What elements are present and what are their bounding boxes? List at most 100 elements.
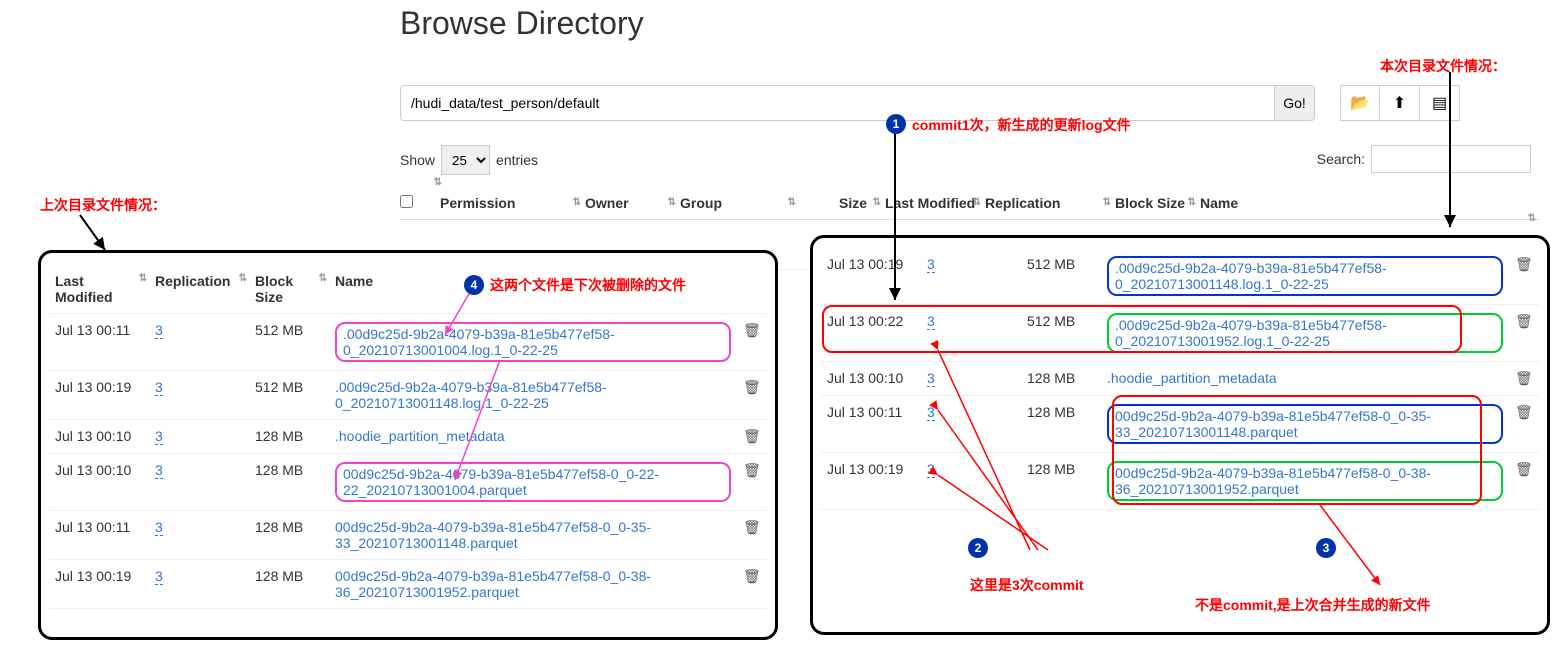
block-size-value: 512 MB: [249, 371, 329, 420]
block-size-value: 128 MB: [249, 420, 329, 454]
table-row: Jul 13 00:10 3 128 MB 00d9c25d-9b2a-4079…: [49, 454, 767, 511]
show-label: Show: [400, 152, 435, 168]
list-icon[interactable]: ▤: [1420, 85, 1460, 121]
table-row: Jul 13 00:19 3 512 MB .00d9c25d-9b2a-407…: [821, 248, 1539, 305]
table-row: Jul 13 00:19 3 128 MB 00d9c25d-9b2a-4079…: [821, 453, 1539, 510]
col-block-size[interactable]: Block Size: [255, 273, 293, 305]
entries-label: entries: [496, 152, 538, 168]
trash-icon[interactable]: 🗑: [1515, 313, 1533, 329]
col-size[interactable]: Size: [839, 195, 867, 211]
page-size-select[interactable]: 25: [441, 145, 490, 175]
search-input[interactable]: [1371, 145, 1531, 173]
select-all-checkbox[interactable]: [400, 195, 413, 208]
file-link[interactable]: .00d9c25d-9b2a-4079-b39a-81e5b477ef58-0_…: [343, 326, 615, 358]
name-cell: .00d9c25d-9b2a-4079-b39a-81e5b477ef58-0_…: [329, 371, 737, 420]
replication-link[interactable]: 3: [927, 461, 935, 478]
block-size-value: 512 MB: [1021, 248, 1101, 305]
trash-icon[interactable]: 🗑: [1515, 404, 1533, 420]
block-size-value: 128 MB: [1021, 362, 1101, 396]
marker-3: 3: [1316, 538, 1336, 558]
replication-link[interactable]: 3: [927, 404, 935, 421]
replication-link[interactable]: 3: [927, 256, 935, 273]
trash-icon[interactable]: 🗑: [1515, 256, 1533, 272]
col-replication[interactable]: Replication: [985, 195, 1060, 211]
marker-2: 2: [968, 538, 988, 558]
col-last-modified[interactable]: Last Modified: [885, 195, 975, 211]
file-link[interactable]: .00d9c25d-9b2a-4079-b39a-81e5b477ef58-0_…: [1115, 317, 1387, 349]
last-modified-value: Jul 13 00:19: [821, 248, 921, 305]
replication-link[interactable]: 3: [927, 313, 935, 330]
name-cell: 00d9c25d-9b2a-4079-b39a-81e5b477ef58-0_0…: [329, 454, 737, 511]
annotation-2: 这里是3次commit: [970, 575, 1084, 595]
replication-link[interactable]: 3: [155, 519, 163, 536]
col-replication[interactable]: Replication: [155, 273, 230, 289]
replication-link[interactable]: 3: [155, 428, 163, 445]
annotation-right-title: 本次目录文件情况：: [1380, 56, 1506, 76]
file-link[interactable]: 00d9c25d-9b2a-4079-b39a-81e5b477ef58-0_0…: [1115, 465, 1431, 497]
annotation-3: 不是commit,是上次合并生成的新文件: [1195, 595, 1431, 615]
trash-icon[interactable]: 🗑: [743, 519, 761, 535]
col-group[interactable]: Group: [680, 195, 722, 211]
trash-icon[interactable]: 🗑: [743, 568, 761, 584]
table-row: Jul 13 00:10 3 128 MB .hoodie_partition_…: [821, 362, 1539, 396]
file-link[interactable]: .00d9c25d-9b2a-4079-b39a-81e5b477ef58-0_…: [335, 379, 607, 411]
col-name[interactable]: Name: [335, 273, 373, 289]
replication-link[interactable]: 3: [155, 462, 163, 479]
path-input[interactable]: [400, 85, 1275, 121]
name-cell: 00d9c25d-9b2a-4079-b39a-81e5b477ef58-0_0…: [1101, 453, 1509, 510]
file-link[interactable]: 00d9c25d-9b2a-4079-b39a-81e5b477ef58-0_0…: [335, 568, 651, 600]
last-modified-value: Jul 13 00:19: [821, 453, 921, 510]
name-cell: 00d9c25d-9b2a-4079-b39a-81e5b477ef58-0_0…: [329, 560, 737, 609]
trash-icon[interactable]: 🗑: [1515, 370, 1533, 386]
last-modified-value: Jul 13 00:10: [821, 362, 921, 396]
last-modified-value: Jul 13 00:19: [49, 371, 149, 420]
marker-1: 1: [886, 114, 906, 134]
show-entries: Show 25 entries: [400, 145, 538, 175]
last-modified-value: Jul 13 00:10: [49, 420, 149, 454]
file-link[interactable]: .hoodie_partition_metadata: [1107, 370, 1277, 386]
col-owner[interactable]: Owner: [585, 195, 629, 211]
block-size-value: 512 MB: [1021, 305, 1101, 362]
name-cell: .00d9c25d-9b2a-4079-b39a-81e5b477ef58-0_…: [329, 314, 737, 371]
block-size-value: 128 MB: [249, 511, 329, 560]
folder-open-icon[interactable]: 📂: [1340, 85, 1380, 121]
file-link[interactable]: 00d9c25d-9b2a-4079-b39a-81e5b477ef58-0_0…: [1115, 408, 1431, 440]
file-link[interactable]: .hoodie_partition_metadata: [335, 428, 505, 444]
block-size-value: 128 MB: [249, 560, 329, 609]
file-link[interactable]: 00d9c25d-9b2a-4079-b39a-81e5b477ef58-0_0…: [335, 519, 651, 551]
replication-link[interactable]: 3: [155, 322, 163, 339]
annotation-1: commit1次，新生成的更新log文件: [912, 115, 1131, 135]
col-last-modified[interactable]: Last Modified: [55, 273, 113, 305]
name-cell: 00d9c25d-9b2a-4079-b39a-81e5b477ef58-0_0…: [1101, 396, 1509, 453]
right-panel: Jul 13 00:19 3 512 MB .00d9c25d-9b2a-407…: [810, 235, 1550, 635]
name-cell: .00d9c25d-9b2a-4079-b39a-81e5b477ef58-0_…: [1101, 248, 1509, 305]
replication-link[interactable]: 3: [155, 568, 163, 585]
table-row: Jul 13 00:11 3 128 MB 00d9c25d-9b2a-4079…: [49, 511, 767, 560]
col-block-size[interactable]: Block Size: [1115, 195, 1185, 211]
block-size-value: 128 MB: [1021, 453, 1101, 510]
last-modified-value: Jul 13 00:11: [49, 511, 149, 560]
file-link[interactable]: 00d9c25d-9b2a-4079-b39a-81e5b477ef58-0_0…: [343, 466, 659, 498]
trash-icon[interactable]: 🗑: [743, 462, 761, 478]
last-modified-value: Jul 13 00:19: [49, 560, 149, 609]
table-row: Jul 13 00:22 3 512 MB .00d9c25d-9b2a-407…: [821, 305, 1539, 362]
col-name[interactable]: Name: [1200, 195, 1238, 211]
go-button[interactable]: Go!: [1275, 85, 1315, 121]
trash-icon[interactable]: 🗑: [743, 379, 761, 395]
trash-icon[interactable]: 🗑: [743, 322, 761, 338]
last-modified-value: Jul 13 00:10: [49, 454, 149, 511]
file-link[interactable]: .00d9c25d-9b2a-4079-b39a-81e5b477ef58-0_…: [1115, 260, 1387, 292]
trash-icon[interactable]: 🗑: [1515, 461, 1533, 477]
block-size-value: 128 MB: [249, 454, 329, 511]
trash-icon[interactable]: 🗑: [743, 428, 761, 444]
main-table-header: ⇅ Permission⇅ Owner⇅ Group⇅ Size⇅ Last M…: [400, 195, 1540, 220]
last-modified-value: Jul 13 00:22: [821, 305, 921, 362]
col-permission[interactable]: Permission: [440, 195, 515, 211]
block-size-value: 128 MB: [1021, 396, 1101, 453]
replication-link[interactable]: 3: [927, 370, 935, 387]
page-title: Browse Directory: [400, 5, 644, 42]
table-row: Jul 13 00:19 3 128 MB 00d9c25d-9b2a-4079…: [49, 560, 767, 609]
replication-link[interactable]: 3: [155, 379, 163, 396]
upload-icon[interactable]: ⬆: [1380, 85, 1420, 121]
table-row: Jul 13 00:10 3 128 MB .hoodie_partition_…: [49, 420, 767, 454]
